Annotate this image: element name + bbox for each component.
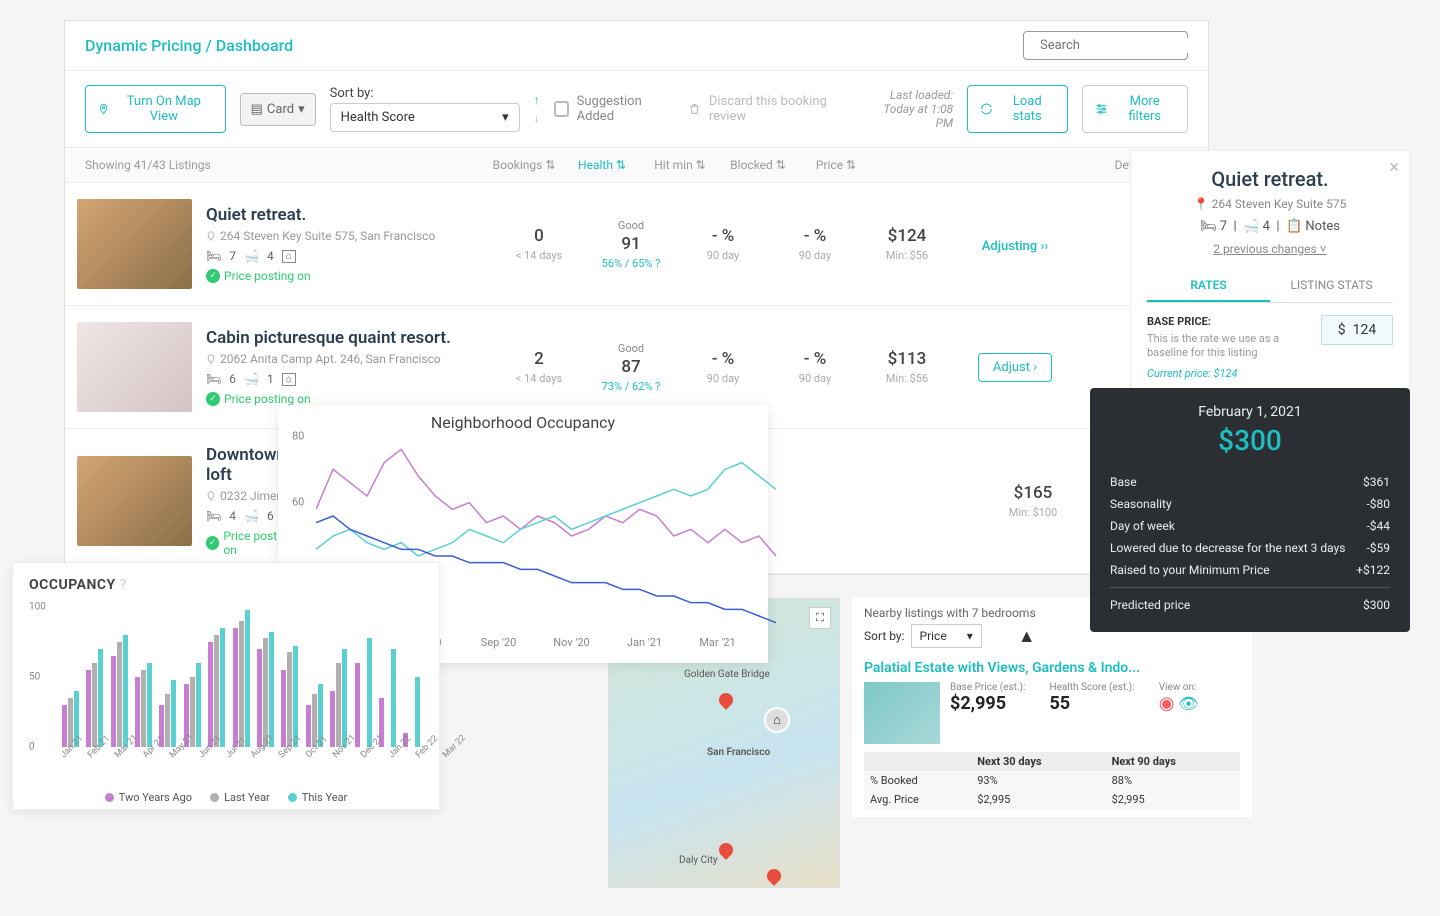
home-marker[interactable]: ⌂	[764, 707, 790, 733]
map-view-button[interactable]: Turn On Map View	[85, 85, 226, 133]
col-blocked[interactable]: Blocked ⇅	[719, 158, 797, 172]
side-title: Quiet retreat.	[1147, 167, 1393, 191]
listing-thumbnail	[77, 456, 192, 546]
price-breakdown-tooltip: February 1, 2021 $300 Base$361Seasonalit…	[1090, 388, 1410, 632]
col-bookings[interactable]: Bookings ⇅	[485, 158, 563, 172]
listing-status: ✓ Price posting on	[206, 392, 486, 406]
last-loaded: Last loaded: Today at 1:08 PM	[869, 88, 953, 130]
tab-rates[interactable]: RATES	[1147, 270, 1270, 302]
map-pin[interactable]	[716, 840, 736, 860]
card-view-button[interactable]: ▤Card▾	[240, 93, 316, 126]
listing-address: 2062 Anita Camp Apt. 246, San Francisco	[206, 352, 486, 366]
nearby-sort-select[interactable]: Price▾	[911, 624, 982, 648]
pin-icon	[206, 353, 216, 365]
listing-address: 264 Steven Key Suite 575, San Francisco	[206, 229, 486, 243]
bed-icon: 🛏	[206, 249, 221, 263]
fullscreen-icon[interactable]: ⛶	[809, 607, 831, 629]
occupancy-chart-panel: OCCUPANCY ? 100 50 0 Jan 21Feb 21Mar 21A…	[12, 562, 440, 810]
showing-count: Showing 41/43 Listings	[85, 158, 485, 172]
listing-status: ✓ Price posting on	[206, 269, 486, 283]
nearby-stats-table: Next 30 daysNext 90 days % Booked93%88% …	[864, 752, 1240, 809]
bath-icon: 🛁	[244, 249, 259, 263]
bath-icon: 🛁	[244, 509, 259, 523]
col-health[interactable]: Health ⇅	[563, 158, 641, 172]
trash-icon	[688, 101, 701, 117]
pin-icon	[98, 102, 109, 116]
arrow-up-icon: ↑	[534, 93, 540, 107]
suggestion-added[interactable]: Suggestion Added	[554, 94, 674, 124]
search-input[interactable]	[1040, 38, 1206, 53]
pin-icon	[206, 230, 216, 242]
bath-icon: 🛁	[244, 372, 259, 386]
listing-meta: 🛏7 🛁4 ⌂	[206, 249, 486, 263]
side-address: 📍 264 Steven Key Suite 575	[1147, 197, 1393, 211]
refresh-icon	[980, 102, 993, 116]
columns-header: Showing 41/43 Listings Bookings ⇅ Health…	[65, 148, 1208, 183]
check-icon: ✓	[206, 269, 220, 283]
adjusting-label[interactable]: Adjusting ››	[982, 239, 1048, 254]
sort-select[interactable]: Health Score ▾	[330, 103, 520, 132]
listing-thumbnail	[77, 199, 192, 289]
breadcrumb[interactable]: Dynamic Pricing / Dashboard	[85, 36, 293, 55]
occupancy-legend: Two Years Ago Last Year This Year	[29, 791, 423, 804]
airbnb-icon[interactable]: ◉	[1159, 693, 1175, 714]
sort-direction[interactable]: ↑ ↓	[534, 93, 540, 125]
bed-icon: 🛏	[206, 372, 221, 386]
close-icon[interactable]: ×	[1389, 157, 1399, 178]
listing-meta: 🛏6 🛁1 ⌂	[206, 372, 486, 386]
arrow-down-icon: ↓	[534, 111, 540, 125]
previous-changes-link[interactable]: 2 previous changes ˅	[1147, 242, 1393, 256]
pin-icon	[206, 490, 216, 502]
tooltip-date: February 1, 2021	[1110, 404, 1390, 420]
load-stats-button[interactable]: Load stats	[967, 85, 1068, 133]
home-icon: ⌂	[282, 250, 296, 263]
current-price: Current price: $124	[1147, 367, 1393, 380]
listing-title: Quiet retreat.	[206, 205, 486, 225]
check-icon: ✓	[206, 392, 220, 406]
filters-icon	[1095, 102, 1108, 116]
tab-listing-stats[interactable]: LISTING STATS	[1270, 270, 1393, 302]
chevron-down-icon: ▾	[502, 110, 509, 125]
listing-thumbnail	[77, 322, 192, 412]
occupancy-chart: 100 50 0	[29, 607, 423, 747]
discard-review[interactable]: Discard this booking review	[688, 94, 855, 124]
bed-icon: 🛏	[206, 509, 221, 523]
eye-icon[interactable]: 👁	[1178, 694, 1198, 713]
map-pin[interactable]	[764, 866, 784, 886]
side-tabs: RATES LISTING STATS	[1147, 270, 1393, 303]
adjust-button[interactable]: Adjust ›	[978, 353, 1052, 382]
side-meta: 🛏 7 | 🛁 4 | 📋 Notes	[1147, 219, 1393, 234]
search-box[interactable]	[1023, 31, 1188, 60]
col-price[interactable]: Price ⇅	[797, 158, 875, 172]
more-filters-button[interactable]: More filters	[1082, 85, 1188, 133]
home-icon: ⌂	[282, 373, 296, 386]
nearby-thumbnail	[864, 682, 940, 744]
listing-row[interactable]: Quiet retreat. 264 Steven Key Suite 575,…	[65, 183, 1208, 306]
base-price-input[interactable]: $ 124	[1321, 315, 1393, 345]
nearby-listing-title[interactable]: Palatial Estate with Views, Gardens & In…	[864, 660, 1240, 676]
check-icon: ✓	[206, 536, 219, 550]
tooltip-total: $300	[1110, 424, 1390, 457]
checkbox-icon[interactable]	[554, 101, 569, 117]
sort-label: Sort by:	[330, 86, 520, 101]
listing-title: Cabin picturesque quaint resort.	[206, 328, 486, 348]
chevron-down-icon: ▾	[967, 629, 973, 643]
caret-up-icon[interactable]: ▲	[1018, 626, 1036, 647]
map-pin[interactable]	[716, 690, 736, 710]
col-hitmin[interactable]: Hit min ⇅	[641, 158, 719, 172]
